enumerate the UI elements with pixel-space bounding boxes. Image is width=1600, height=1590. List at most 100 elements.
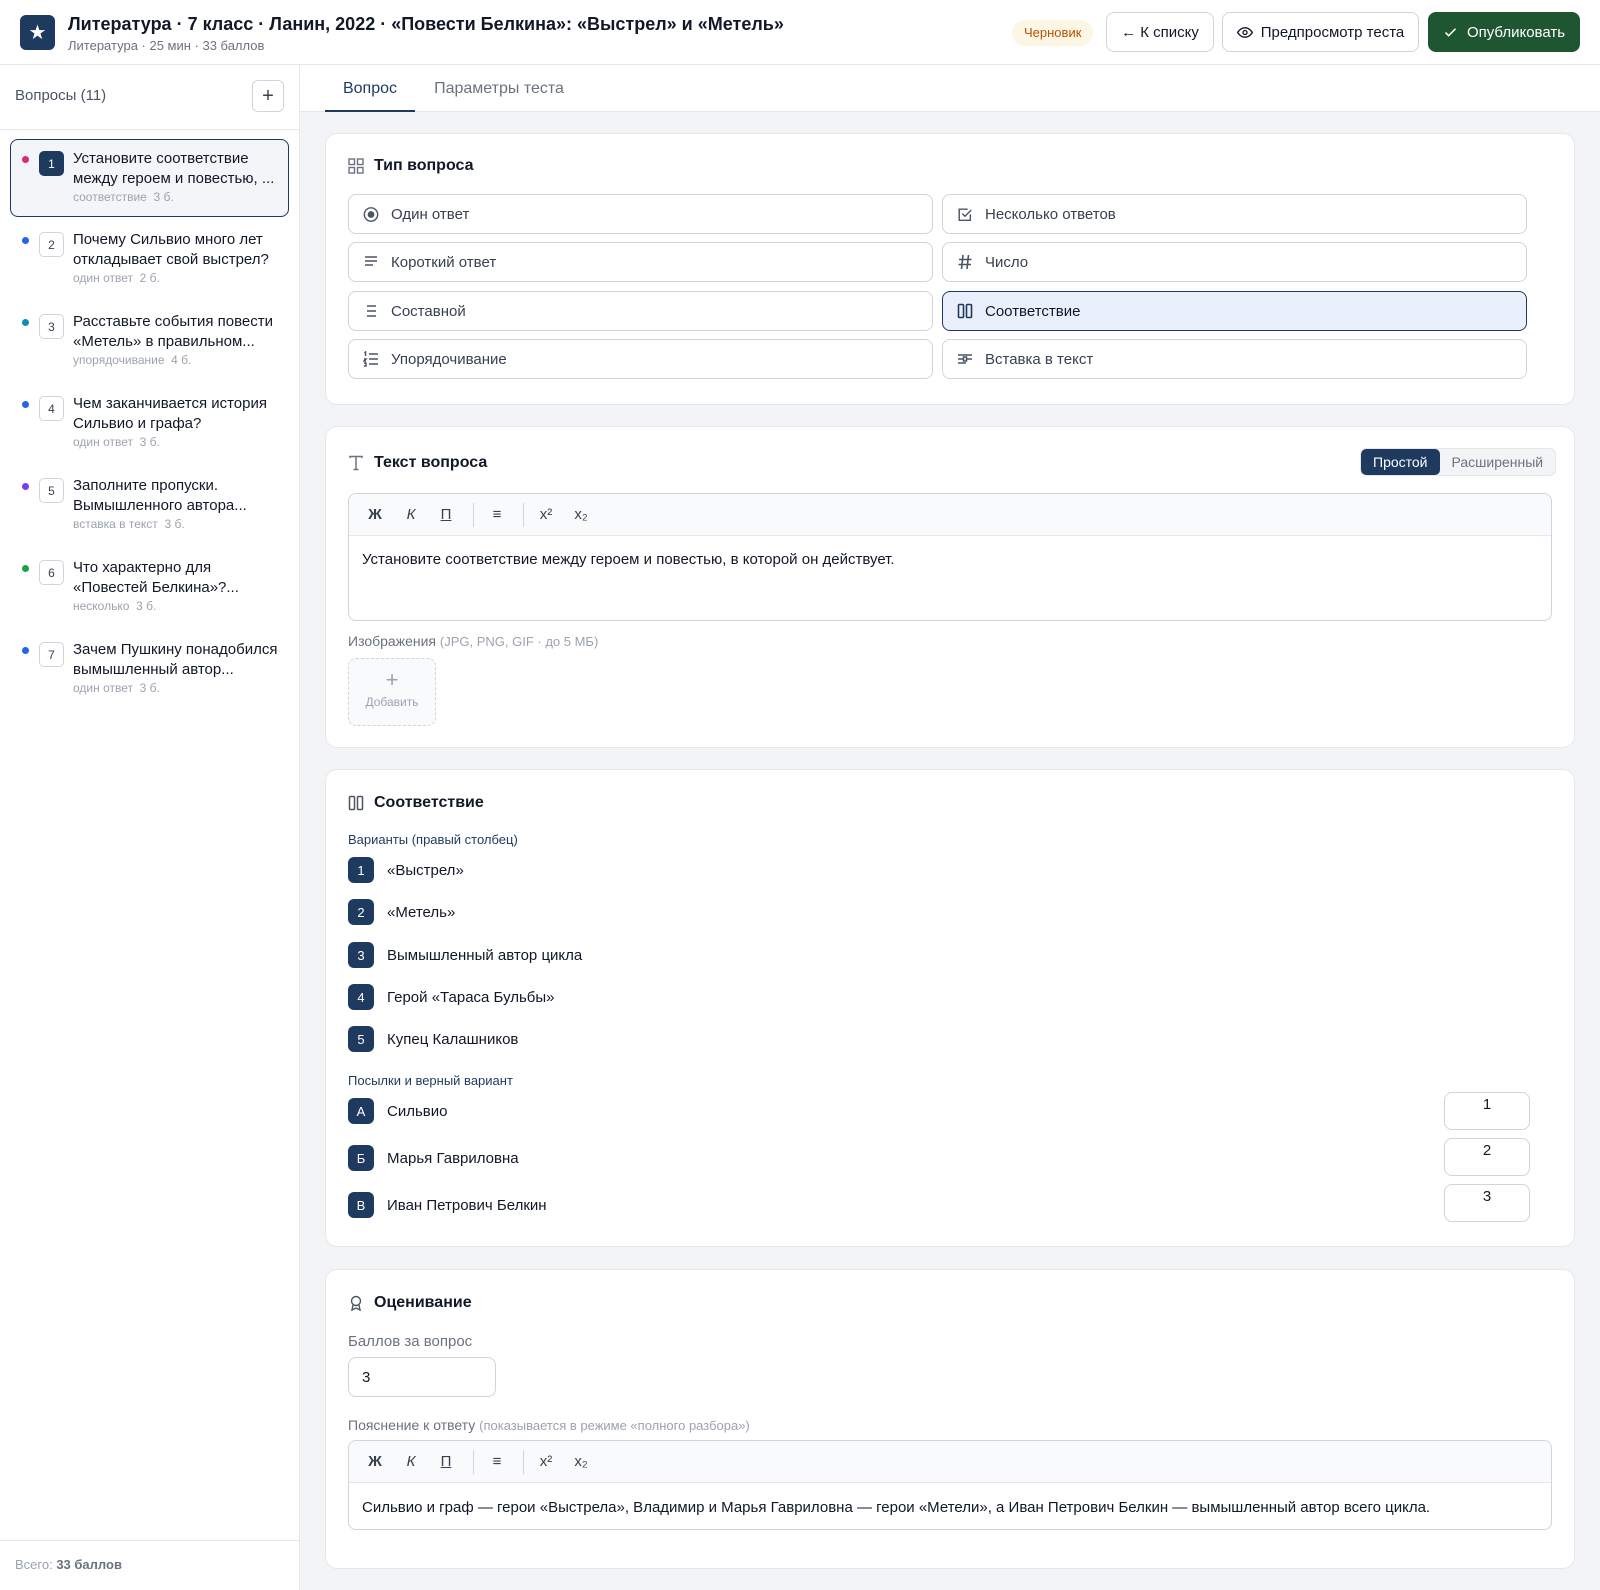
ordered-list-icon	[363, 351, 379, 367]
superscript-button[interactable]: x²	[535, 504, 557, 526]
questions-count-title: Вопросы (11)	[15, 87, 107, 104]
question-meta: один ответ 3 б.	[73, 435, 160, 449]
question-list-item[interactable]: 7 Зачем Пушкину понадобился вымышленный …	[10, 630, 289, 708]
bold-button[interactable]: Ж	[364, 504, 386, 526]
question-list-item[interactable]: 4 Чем заканчивается история Сильвио и гр…	[10, 384, 289, 462]
publish-button[interactable]: Опубликовать	[1428, 12, 1580, 52]
questions-sidebar: Вопросы (11) + 1 Установите соответствие…	[0, 65, 300, 1590]
preview-test-label: Предпросмотр теста	[1260, 23, 1405, 41]
option-text[interactable]: «Метель»	[387, 904, 455, 921]
add-image-label: Добавить	[365, 695, 419, 709]
superscript-button[interactable]: x²	[535, 1451, 557, 1473]
premise-text[interactable]: Сильвио	[387, 1103, 447, 1120]
premise-answer-input[interactable]: 2	[1444, 1138, 1530, 1176]
option-text[interactable]: «Выстрел»	[387, 862, 464, 879]
question-type-label: соответствие	[73, 190, 147, 204]
question-meta: несколько 3 б.	[73, 599, 156, 613]
explanation-hint: (показывается в режиме «полного разбора»…	[479, 1418, 750, 1433]
plus-icon: +	[262, 84, 274, 107]
type-ordering-button[interactable]: Упорядочивание	[348, 339, 933, 379]
back-to-list-button[interactable]: ← К списку	[1106, 12, 1214, 52]
question-type-title: Тип вопроса	[348, 157, 474, 175]
option-text[interactable]: Купец Калашников	[387, 1031, 518, 1048]
question-type-dot	[22, 156, 29, 163]
matching-option: 2 «Метель»	[348, 899, 455, 925]
type-multiple-answers-button[interactable]: Несколько ответов	[942, 194, 1527, 234]
question-list-item[interactable]: 1 Установите соответствие между героем и…	[10, 139, 289, 217]
subscript-button[interactable]: x₂	[570, 504, 592, 526]
editor-toolbar: Ж К П ≡ x² x₂	[349, 494, 1551, 536]
type-matching-button[interactable]: Соответствие	[942, 291, 1527, 331]
question-list-item[interactable]: 5 Заполните пропуски. Вымышленного автор…	[10, 466, 289, 544]
add-image-button[interactable]: + Добавить	[348, 658, 436, 726]
italic-button[interactable]: К	[400, 504, 422, 526]
grading-title-text: Оценивание	[374, 1294, 472, 1311]
premise-text[interactable]: Иван Петрович Белкин	[387, 1197, 547, 1214]
question-type-title-text: Тип вопроса	[374, 157, 474, 174]
mode-simple-button[interactable]: Простой	[1361, 449, 1440, 475]
question-list-item[interactable]: 2 Почему Сильвио много лет откладывает с…	[10, 220, 289, 298]
question-list-item[interactable]: 3 Расставьте события повести «Метель» в …	[10, 302, 289, 380]
type-composite-button[interactable]: Составной	[348, 291, 933, 331]
question-preview-text: Зачем Пушкину понадобился вымышленный ав…	[73, 641, 278, 678]
question-type-label: один ответ	[73, 435, 133, 449]
italic-button[interactable]: К	[400, 1451, 422, 1473]
option-text[interactable]: Вымышленный автор цикла	[387, 947, 582, 964]
question-preview-text: Расставьте события повести «Метель» в пр…	[73, 313, 273, 350]
images-hint: (JPG, PNG, GIF · до 5 МБ)	[439, 634, 599, 649]
explanation-editor[interactable]: Ж К П ≡ x² x₂ Сильвио и граф — герои «Вы…	[348, 1440, 1552, 1530]
question-preview-text: Чем заканчивается история Сильвио и граф…	[73, 395, 267, 432]
option-text[interactable]: Герой «Тараса Бульбы»	[387, 989, 555, 1006]
images-label-text: Изображения	[348, 633, 436, 649]
matching-card: Соответствие Варианты (правый столбец) 1…	[325, 769, 1575, 1247]
mode-advanced-button[interactable]: Расширенный	[1440, 449, 1556, 475]
hash-icon	[957, 254, 973, 270]
question-type-label: несколько	[73, 599, 130, 613]
app-logo-star-icon: ★	[20, 15, 55, 50]
columns-icon	[348, 795, 364, 811]
premise-answer-input[interactable]: 3	[1444, 1184, 1530, 1222]
publish-label: Опубликовать	[1466, 23, 1566, 41]
grid-icon	[348, 158, 364, 174]
tab-test-settings[interactable]: Параметры теста	[425, 65, 573, 112]
question-preview-text: Установите соответствие между героем и п…	[73, 150, 275, 187]
question-list-item[interactable]: 6 Что характерно для «Повестей Белкина»?…	[10, 548, 289, 626]
question-type-dot	[22, 401, 29, 408]
matching-option: 1 «Выстрел»	[348, 857, 464, 883]
toolbar-divider	[523, 1450, 524, 1474]
sidebar-header: Вопросы (11) +	[0, 65, 299, 130]
question-points-label: 2 б.	[139, 271, 160, 285]
question-text-title-text: Текст вопроса	[374, 454, 488, 471]
sidebar-footer: Всего: 33 баллов	[0, 1540, 299, 1590]
preview-test-button[interactable]: Предпросмотр теста	[1222, 12, 1419, 52]
subscript-button[interactable]: x₂	[570, 1451, 592, 1473]
explanation-label: Пояснение к ответу (показывается в режим…	[348, 1417, 750, 1433]
bold-button[interactable]: Ж	[364, 1451, 386, 1473]
question-number: 1	[39, 151, 64, 176]
option-number: 2	[348, 899, 374, 925]
add-question-button[interactable]: +	[252, 80, 284, 112]
type-number-button[interactable]: Число	[942, 242, 1527, 282]
list-button[interactable]: ≡	[486, 1451, 508, 1473]
points-input[interactable]: 3	[348, 1357, 496, 1397]
list-button[interactable]: ≡	[486, 504, 508, 526]
underline-button[interactable]: П	[435, 504, 457, 526]
type-short-answer-button[interactable]: Короткий ответ	[348, 242, 933, 282]
explanation-content[interactable]: Сильвио и граф — герои «Выстрела», Влади…	[362, 1499, 1430, 1516]
question-meta: один ответ 2 б.	[73, 271, 160, 285]
page-subtitle: Литература · 25 мин · 33 баллов	[68, 38, 265, 53]
question-number: 6	[39, 560, 64, 585]
premise-answer-input[interactable]: 1	[1444, 1092, 1530, 1130]
premise-text[interactable]: Марья Гавриловна	[387, 1150, 519, 1167]
tab-question[interactable]: Вопрос	[325, 65, 415, 112]
type-single-answer-button[interactable]: Один ответ	[348, 194, 933, 234]
question-text-editor[interactable]: Ж К П ≡ x² x₂ Установите соответствие ме…	[348, 493, 1552, 621]
type-fill-in-text-button[interactable]: Вставка в текст	[942, 339, 1527, 379]
underline-button[interactable]: П	[435, 1451, 457, 1473]
option-number: 5	[348, 1026, 374, 1052]
list-icon	[363, 303, 379, 319]
question-points-label: 3 б.	[136, 599, 157, 613]
question-text-content[interactable]: Установите соответствие между героем и п…	[362, 551, 895, 568]
premise-row: В Иван Петрович Белкин	[348, 1192, 547, 1218]
option-number: 1	[348, 857, 374, 883]
